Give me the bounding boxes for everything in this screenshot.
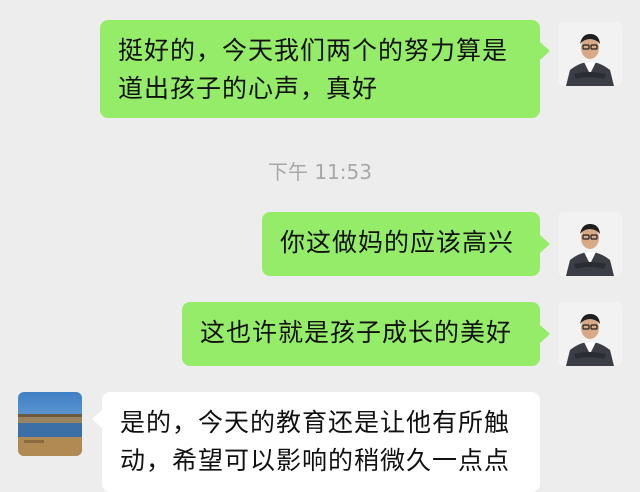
avatar-contact[interactable] — [18, 392, 82, 456]
message-text-line: 动，希望可以影响的稍微久一点点 — [120, 446, 511, 475]
message-bubble-outgoing[interactable]: 挺好的，今天我们两个的努力算是 道出孩子的心声，真好 — [100, 20, 540, 118]
message-text-line: 这也许就是孩子成长的美好 — [200, 318, 513, 347]
message-text-line: 是的，今天的教育还是让他有所触 — [120, 408, 511, 437]
man-avatar-icon — [558, 22, 622, 86]
avatar-self[interactable] — [558, 302, 622, 366]
timestamp: 下午 11:53 — [268, 160, 372, 184]
man-avatar-icon — [558, 212, 622, 276]
bubble-tail — [540, 235, 550, 253]
message-bubble-incoming[interactable]: 是的，今天的教育还是让他有所触 动，希望可以影响的稍微久一点点 — [102, 392, 540, 492]
message-text-line: 挺好的，今天我们两个的努力算是 — [118, 36, 509, 65]
message-bubble-outgoing[interactable]: 你这做妈的应该高兴 — [262, 212, 540, 276]
bubble-tail — [540, 325, 550, 343]
landscape-avatar-icon — [18, 392, 82, 456]
avatar-self[interactable] — [558, 212, 622, 276]
man-avatar-icon — [558, 302, 622, 366]
bubble-tail — [92, 410, 102, 428]
message-bubble-outgoing[interactable]: 这也许就是孩子成长的美好 — [182, 302, 540, 366]
avatar-self[interactable] — [558, 22, 622, 86]
bubble-tail — [540, 42, 550, 60]
message-text-line: 道出孩子的心声，真好 — [118, 74, 379, 103]
message-text-line: 你这做妈的应该高兴 — [280, 228, 515, 257]
